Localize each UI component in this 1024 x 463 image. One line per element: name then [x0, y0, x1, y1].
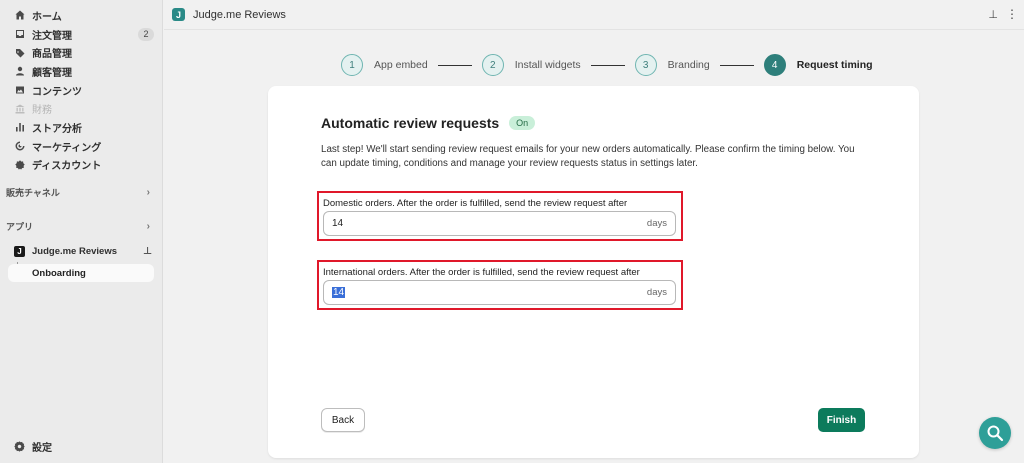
onboarding-stepper: 1 App embed 2 Install widgets 3 Branding…	[341, 54, 873, 76]
sales-channels-label: 販売チャネル	[6, 187, 60, 198]
app-title: Judge.me Reviews	[193, 8, 286, 21]
request-timing-card: Automatic review requests On Last step! …	[268, 86, 919, 458]
step-connector	[437, 64, 472, 66]
step-number: 1	[341, 54, 363, 76]
step-connector	[590, 64, 625, 66]
floating-search-button[interactable]	[979, 417, 1011, 449]
pin-icon[interactable]: ⊥	[988, 8, 998, 21]
more-options-icon[interactable]: ⋮	[1006, 7, 1018, 21]
pin-icon[interactable]: ⊥	[143, 246, 152, 257]
sidebar-item-marketing[interactable]: マーケティング	[0, 137, 162, 156]
international-days-input[interactable]: 14 days	[323, 280, 676, 305]
step-label: App embed	[374, 59, 428, 71]
image-icon	[14, 84, 26, 96]
sub-item-label: Onboarding	[32, 267, 86, 279]
sidebar-item-label: マーケティング	[32, 142, 102, 154]
status-badge: On	[509, 116, 536, 130]
international-days-value: 14	[332, 287, 346, 298]
sidebar-item-home[interactable]: ホーム	[0, 6, 162, 25]
judgeme-logo-icon: J	[172, 8, 185, 21]
step-connector	[719, 64, 754, 66]
sidebar-item-settings[interactable]: 設定	[14, 439, 52, 454]
chevron-right-icon: ›	[146, 186, 150, 198]
target-icon	[14, 140, 26, 152]
days-suffix: days	[646, 218, 667, 229]
inbox-icon	[14, 28, 26, 40]
sidebar-sales-channels[interactable]: 販売チャネル ›	[0, 184, 162, 200]
sidebar-item-discounts[interactable]: ディスカウント	[0, 156, 162, 175]
international-days-value-wrap: 14	[332, 287, 647, 298]
domestic-orders-field: Domestic orders. After the order is fulf…	[317, 191, 683, 241]
step-number: 2	[481, 54, 504, 76]
sidebar-item-content[interactable]: コンテンツ	[0, 81, 162, 100]
tag-icon	[14, 47, 26, 59]
sidebar-item-label: コンテンツ	[32, 86, 82, 98]
sidebar-item-onboarding[interactable]: Onboarding	[8, 264, 154, 282]
step-number: 3	[634, 54, 657, 76]
step-number: 4	[763, 54, 786, 76]
app-topbar: J Judge.me Reviews ⊥ ⋮	[164, 0, 1024, 30]
card-title-text: Automatic review requests	[321, 115, 500, 131]
card-title: Automatic review requests On	[321, 115, 536, 131]
gear-icon	[14, 441, 25, 452]
apps-label: アプリ	[6, 221, 34, 232]
sidebar-item-customers[interactable]: 顧客管理	[0, 62, 162, 81]
sidebar-item-label: 顧客管理	[32, 67, 72, 79]
sidebar-item-products[interactable]: 商品管理	[0, 43, 162, 62]
sidebar-item-label: ストア分析	[32, 123, 82, 135]
step-request-timing[interactable]: 4 Request timing	[763, 54, 873, 76]
finish-button[interactable]: Finish	[818, 408, 865, 432]
app-name: Judge.me Reviews	[32, 245, 118, 257]
bank-icon	[14, 103, 26, 115]
sidebar-item-finance: 財務	[0, 99, 162, 118]
home-icon	[14, 9, 26, 21]
discount-icon	[14, 159, 26, 171]
step-label: Branding	[667, 59, 710, 71]
sidebar-item-orders[interactable]: 注文管理 2	[0, 25, 162, 44]
sidebar-app-judgeme[interactable]: J Judge.me Reviews ⊥	[0, 242, 162, 260]
settings-label: 設定	[32, 443, 52, 454]
card-description: Last step! We'll start sending review re…	[321, 144, 855, 169]
sidebar-item-label: 注文管理	[32, 30, 72, 42]
judgeme-logo-icon: J	[14, 245, 25, 257]
person-icon	[14, 65, 26, 77]
step-install-widgets[interactable]: 2 Install widgets	[481, 54, 581, 76]
international-orders-field: International orders. After the order is…	[317, 260, 683, 310]
international-orders-label: International orders. After the order is…	[323, 267, 640, 278]
sidebar-item-label: ディスカウント	[32, 161, 102, 173]
sidebar-item-label: ホーム	[32, 11, 62, 23]
sidebar-item-label: 財務	[32, 105, 52, 117]
domestic-days-input[interactable]: 14 days	[323, 211, 676, 236]
domestic-orders-label: Domestic orders. After the order is fulf…	[323, 198, 628, 209]
step-app-embed[interactable]: 1 App embed	[341, 54, 428, 76]
sidebar: ホーム 注文管理 2 商品管理 顧客管理 コンテンツ 財務 ストア分析 マーケテ…	[0, 0, 163, 463]
sidebar-apps[interactable]: アプリ ›	[0, 218, 162, 234]
bar-chart-icon	[14, 121, 26, 133]
sidebar-item-label: 商品管理	[32, 49, 72, 61]
step-label: Request timing	[796, 59, 873, 71]
back-button[interactable]: Back	[321, 408, 365, 432]
chevron-right-icon: ›	[146, 220, 150, 232]
domestic-days-value: 14	[332, 218, 344, 229]
sidebar-item-analytics[interactable]: ストア分析	[0, 118, 162, 137]
step-branding[interactable]: 3 Branding	[634, 54, 710, 76]
step-label: Install widgets	[514, 59, 581, 71]
orders-count-badge: 2	[138, 27, 154, 41]
days-suffix: days	[646, 287, 667, 298]
search-icon	[987, 425, 1004, 442]
